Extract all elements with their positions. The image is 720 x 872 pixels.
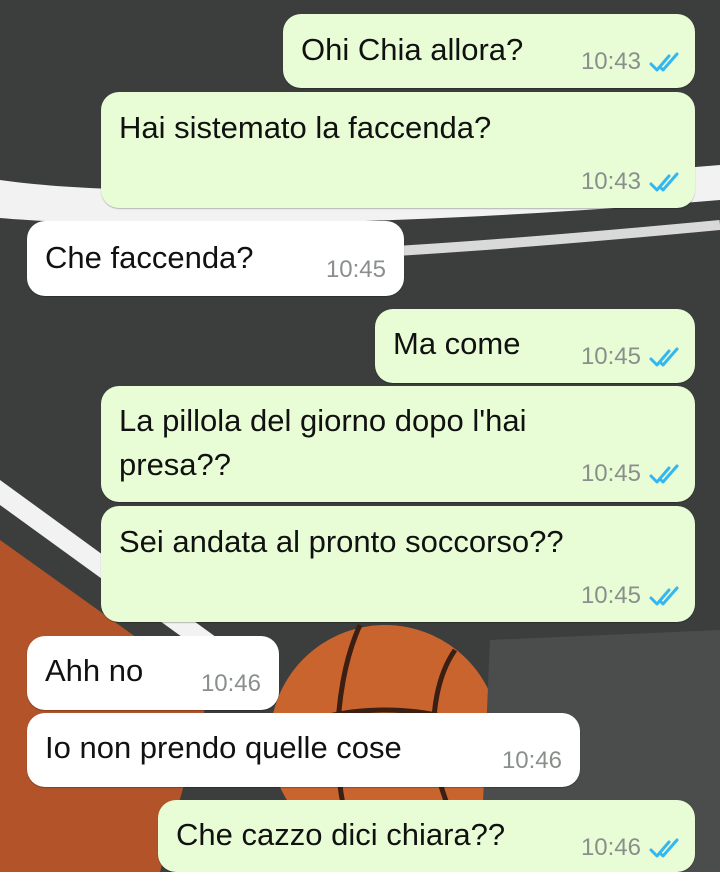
message-bubble-outgoing[interactable]: Hai sistemato la faccenda? 10:43 bbox=[101, 92, 695, 208]
message-time: 10:43 bbox=[580, 48, 641, 75]
message-meta: 10:45 bbox=[326, 256, 386, 284]
message-meta: 10:46 bbox=[502, 747, 562, 775]
message-bubble-incoming[interactable]: Io non prendo quelle cose 10:46 bbox=[27, 713, 580, 787]
message-meta: 10:46 bbox=[581, 834, 681, 862]
message-text: Sei andata al pronto soccorso?? bbox=[119, 524, 564, 559]
message-bubble-incoming[interactable]: Che faccenda? 10:45 bbox=[27, 221, 404, 296]
message-meta: 10:46 bbox=[201, 670, 261, 698]
message-time: 10:43 bbox=[580, 168, 641, 195]
message-bubble-outgoing[interactable]: Ohi Chia allora? 10:43 bbox=[283, 14, 695, 88]
message-time: 10:45 bbox=[325, 256, 386, 283]
message-time: 10:46 bbox=[580, 834, 641, 861]
message-bubble-outgoing[interactable]: La pillola del giorno dopo l'hai presa??… bbox=[101, 386, 695, 502]
message-text-line2: presa?? bbox=[119, 447, 232, 482]
read-ticks-icon bbox=[649, 464, 679, 484]
message-text-line1: La pillola del giorno dopo l'hai bbox=[119, 403, 527, 438]
message-text: Che faccenda? bbox=[45, 240, 254, 275]
read-ticks-icon bbox=[649, 52, 679, 72]
message-time: 10:45 bbox=[580, 460, 641, 487]
message-text: Ahh no bbox=[45, 653, 144, 688]
read-ticks-icon bbox=[649, 347, 679, 367]
message-text: Hai sistemato la faccenda? bbox=[119, 110, 492, 145]
message-bubble-outgoing[interactable]: Ma come 10:45 bbox=[375, 309, 695, 383]
message-bubble-outgoing[interactable]: Che cazzo dici chiara?? 10:46 bbox=[158, 800, 695, 872]
read-ticks-icon bbox=[649, 586, 679, 606]
message-time: 10:45 bbox=[580, 582, 641, 609]
message-meta: 10:43 bbox=[581, 48, 681, 76]
message-time: 10:46 bbox=[501, 747, 562, 774]
message-text: Ohi Chia allora? bbox=[301, 32, 524, 67]
message-time: 10:45 bbox=[580, 343, 641, 370]
message-bubble-incoming[interactable]: Ahh no 10:46 bbox=[27, 636, 279, 710]
message-meta: 10:43 bbox=[581, 168, 681, 196]
message-time: 10:46 bbox=[200, 670, 261, 697]
message-text: Ma come bbox=[393, 326, 521, 361]
read-ticks-icon bbox=[649, 172, 679, 192]
message-meta: 10:45 bbox=[581, 582, 681, 610]
message-meta: 10:45 bbox=[581, 343, 681, 371]
message-bubble-outgoing[interactable]: Sei andata al pronto soccorso?? 10:45 bbox=[101, 506, 695, 622]
message-meta: 10:45 bbox=[581, 460, 681, 488]
read-ticks-icon bbox=[649, 838, 679, 858]
message-text: Io non prendo quelle cose bbox=[45, 730, 402, 765]
message-text: Che cazzo dici chiara?? bbox=[176, 817, 506, 852]
